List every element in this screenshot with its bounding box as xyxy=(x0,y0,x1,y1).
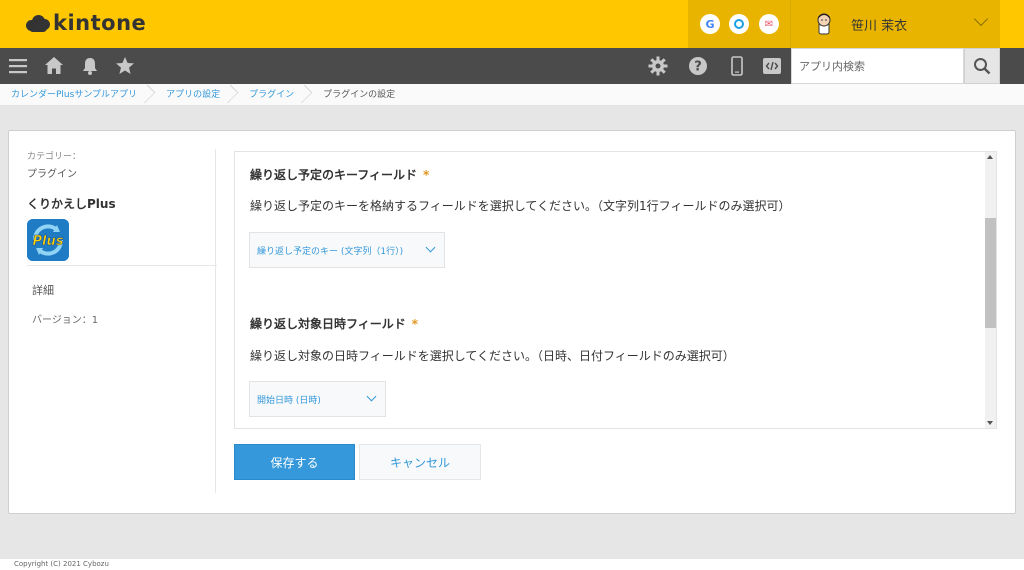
avatar xyxy=(817,13,831,35)
scroll-down-arrow-icon[interactable] xyxy=(987,421,993,425)
scrollbar[interactable] xyxy=(985,152,996,428)
category-label: カテゴリー： xyxy=(27,152,82,162)
search-icon xyxy=(974,58,991,75)
search-button[interactable] xyxy=(964,48,1000,84)
scrollbar-thumb[interactable] xyxy=(985,218,996,328)
chevron-down-icon xyxy=(973,11,989,27)
required-mark: * xyxy=(411,317,419,331)
vertical-divider xyxy=(215,149,216,493)
code-icon[interactable] xyxy=(762,56,782,76)
required-mark: * xyxy=(423,168,430,182)
header-bar: kintone G ✉ 笹川 茉衣 xyxy=(0,0,1024,48)
breadcrumb-current: プラグインの設定 xyxy=(323,89,396,100)
user-name: 笹川 茉衣 xyxy=(851,19,908,34)
google-icon[interactable]: G xyxy=(700,14,720,34)
settings-scroll-area: 繰り返し予定のキーフィールド * 繰り返し予定のキーを格納するフィールドを選択して… xyxy=(234,151,997,429)
datetime-field-select[interactable]: 開始日時 (日時) xyxy=(249,381,386,417)
plugin-name: くりかえしPlus xyxy=(27,197,116,211)
plugin-settings-panel: カテゴリー： プラグイン くりかえしPlus Plus 詳細 バージョン：1 繰… xyxy=(8,130,1016,514)
breadcrumb: カレンダーPlusサンプルアプリ アプリの設定 プラグイン プラグインの設定 xyxy=(0,84,1024,106)
version-label: バージョン：1 xyxy=(32,315,99,326)
cancel-button[interactable]: キャンセル xyxy=(359,444,481,480)
scroll-up-arrow-icon[interactable] xyxy=(987,155,993,159)
key-field-title: 繰り返し予定のキーフィールド * xyxy=(250,168,430,182)
service-links: G ✉ xyxy=(688,0,790,48)
svg-text:?: ? xyxy=(694,60,702,75)
datetime-field-description: 繰り返し対象の日時フィールドを選択してください。（日時、日付フィールドのみ選択可… xyxy=(250,349,735,363)
help-icon[interactable]: ? xyxy=(688,56,708,76)
logo-text: kintone xyxy=(53,11,147,35)
save-button[interactable]: 保存する xyxy=(234,444,355,480)
search-input[interactable] xyxy=(792,49,963,83)
key-field-selected-value: 繰り返し予定のキー (文字列（1行）) xyxy=(257,246,404,257)
bell-icon[interactable] xyxy=(80,56,100,76)
category-value: プラグイン xyxy=(27,169,77,180)
detail-label[interactable]: 詳細 xyxy=(32,282,54,298)
datetime-field-selected-value: 開始日時 (日時) xyxy=(257,395,321,406)
mail-icon[interactable]: ✉ xyxy=(759,14,779,34)
chevron-down-icon xyxy=(366,391,377,402)
key-field-select[interactable]: 繰り返し予定のキー (文字列（1行）) xyxy=(249,232,445,268)
breadcrumb-app-settings[interactable]: アプリの設定 xyxy=(155,84,239,106)
plugin-sidebar: カテゴリー： プラグイン くりかえしPlus Plus xyxy=(27,149,217,261)
svg-text:Plus: Plus xyxy=(33,234,64,249)
datetime-field-title: 繰り返し対象日時フィールド * xyxy=(250,317,419,331)
home-icon[interactable] xyxy=(44,56,64,76)
menu-icon[interactable] xyxy=(8,56,28,76)
cloud-logo-icon xyxy=(26,14,50,32)
plugin-icon: Plus xyxy=(27,219,69,261)
key-field-description: 繰り返し予定のキーを格納するフィールドを選択してください。（文字列1行フィールド… xyxy=(250,199,791,213)
chevron-down-icon xyxy=(425,242,436,253)
app-search-box xyxy=(791,48,964,84)
breadcrumb-plugins[interactable]: プラグイン xyxy=(238,84,313,106)
mobile-icon[interactable] xyxy=(727,56,747,76)
breadcrumb-app[interactable]: カレンダーPlusサンプルアプリ xyxy=(0,84,156,106)
sidebar-divider xyxy=(27,265,217,266)
star-icon[interactable] xyxy=(115,56,135,76)
garoon-icon[interactable] xyxy=(729,14,749,34)
user-menu[interactable]: 笹川 茉衣 xyxy=(790,0,1000,48)
gear-icon[interactable] xyxy=(648,56,668,76)
footer-copyright: Copyright (C) 2021 Cybozu xyxy=(0,559,1024,570)
kintone-logo[interactable]: kintone xyxy=(26,11,146,35)
